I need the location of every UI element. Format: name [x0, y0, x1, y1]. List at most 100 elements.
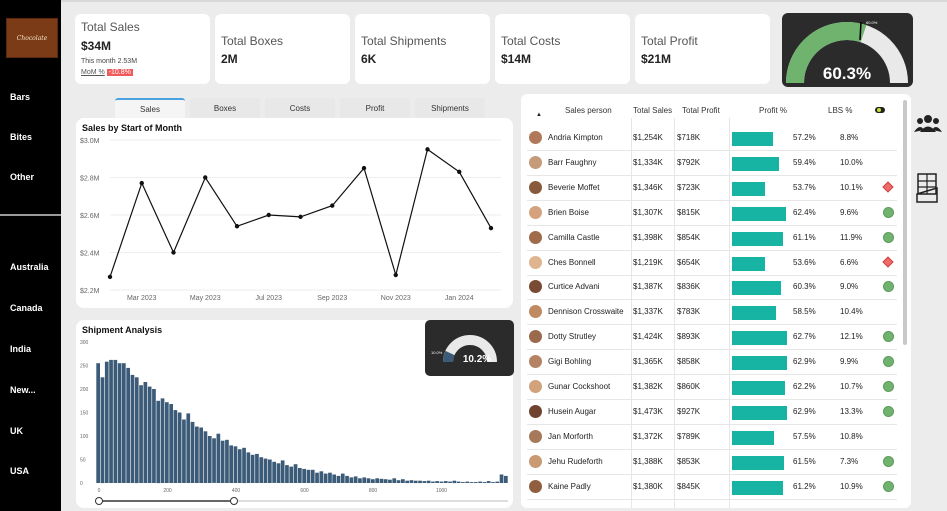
profit-pct-bar — [732, 405, 787, 420]
histogram-bar — [375, 478, 379, 483]
y-tick-label: 150 — [80, 411, 89, 417]
y-tick-label: $2.4M — [80, 251, 100, 258]
cell-total-profit: $854K — [677, 232, 701, 242]
histogram-bar — [319, 471, 324, 484]
status-bad-icon — [882, 181, 894, 193]
cell-total-sales: $1,219K — [633, 257, 663, 267]
tab-costs[interactable]: Costs — [265, 98, 335, 118]
y-tick-label: $2.6M — [80, 213, 100, 220]
cell-lbs-pct: 7.3% — [840, 456, 859, 466]
histogram-bar — [504, 475, 508, 483]
table-row[interactable]: Dennison Crosswaite $1,337K $783K 58.5% 10.4… — [527, 300, 897, 326]
status-good-icon — [883, 455, 894, 467]
histogram-bar — [177, 412, 182, 483]
table-row[interactable]: Curtice Advani $1,387K $836K 60.3% 9.0% — [527, 275, 897, 301]
cell-total-profit: $792K — [677, 157, 701, 167]
chocolate-bar-icon[interactable] — [915, 172, 939, 204]
filter-category-bites[interactable]: Bites — [10, 132, 32, 142]
mom-badge: -10.8% — [106, 69, 133, 76]
histogram-bar — [422, 481, 427, 483]
cell-total-sales: $1,346K — [633, 182, 663, 192]
col-header-total-profit[interactable]: Total Profit — [682, 106, 720, 115]
col-header-sales-person[interactable]: Sales person — [565, 106, 612, 115]
cell-profit-pct: 61.1% — [793, 232, 816, 242]
cell-lbs-pct: 13.3% — [840, 406, 863, 416]
filter-country-australia[interactable]: Australia — [10, 262, 49, 272]
filter-country-usa[interactable]: USA — [10, 466, 29, 476]
histogram-bar — [195, 426, 199, 483]
filter-category-other[interactable]: Other — [10, 172, 34, 182]
data-point — [298, 214, 303, 220]
table-row[interactable]: Dotty Strutley $1,424K $893K 62.7% 12.1% — [527, 325, 897, 351]
x-tick-label: Nov 2023 — [381, 295, 411, 302]
histogram-bar — [491, 482, 495, 483]
sort-arrow-icon[interactable]: ▲ — [536, 112, 542, 118]
tab-sales[interactable]: Sales — [115, 98, 185, 118]
col-header-profit-pct[interactable]: Profit % — [759, 106, 787, 115]
filter-country-india[interactable]: India — [10, 344, 31, 354]
table-row[interactable]: Jan Morforth $1,372K $789K 57.5% 10.8% — [527, 425, 897, 450]
cell-sales-person: Gigi Bohling — [548, 357, 592, 367]
table-row[interactable]: Husein Augar $1,473K $927K 62.9% 13.3% — [527, 400, 897, 425]
table-row[interactable]: Camilla Castle $1,398K $854K 61.1% 11.9% — [527, 226, 897, 251]
histogram-bar — [160, 398, 165, 483]
x-tick-label: Mar 2023 — [127, 295, 157, 302]
y-tick-label: 250 — [80, 364, 89, 370]
cell-total-sales: $1,388K — [633, 456, 663, 466]
range-slider-handle-max[interactable] — [230, 497, 238, 505]
cell-profit-pct: 61.2% — [793, 481, 816, 491]
avatar — [529, 305, 542, 319]
avatar — [529, 230, 542, 244]
col-header-lbs-pct[interactable]: LBS % — [828, 106, 852, 115]
table-row[interactable]: Gunar Cockshoot $1,382K $860K 62.2% 10.7% — [527, 375, 897, 400]
histogram-bar — [229, 445, 233, 483]
data-point — [266, 212, 271, 218]
salesperson-table: ▲ Sales person Total Sales Total Profit … — [521, 94, 911, 508]
kpi-mom: MoM % -10.8% — [81, 69, 133, 76]
filter-country-new-zealand[interactable]: New... — [10, 385, 36, 395]
data-point — [171, 250, 176, 255]
cell-profit-pct: 59.4% — [793, 157, 816, 167]
cell-profit-pct: 53.7% — [793, 182, 816, 192]
histogram-bar — [418, 480, 422, 484]
cell-total-sales: $1,398K — [633, 232, 663, 242]
cell-sales-person: Brien Boise — [548, 207, 589, 217]
tab-boxes[interactable]: Boxes — [190, 98, 260, 118]
avatar — [529, 404, 542, 418]
y-tick-label: $2.2M — [80, 288, 100, 295]
histogram-bar — [126, 367, 130, 483]
data-point — [203, 175, 208, 180]
table-row[interactable]: Ches Bonnell $1,219K $654K 53.6% 6.6% — [527, 251, 897, 276]
table-row[interactable]: Andria Kimpton $1,254K $718K 57.2% 8.8% — [527, 126, 897, 151]
avatar — [529, 355, 542, 369]
histogram-bar — [134, 377, 139, 484]
table-row[interactable]: Brien Boise $1,307K $815K 62.4% 9.6% — [527, 201, 897, 226]
table-row[interactable]: Beverie Moffet $1,346K $723K 53.7% 10.1% — [527, 176, 897, 201]
table-row[interactable]: Gigi Bohling $1,365K $858K 62.9% 9.9% — [527, 350, 897, 376]
status-legend-icon — [875, 107, 885, 113]
table-row[interactable]: Jehu Rudeforth $1,388K $853K 61.5% 7.3% — [527, 450, 897, 475]
table-scrollbar[interactable] — [903, 100, 907, 345]
cell-total-profit: $927K — [677, 406, 701, 416]
data-point — [330, 203, 335, 208]
range-slider-handle-min[interactable] — [95, 497, 103, 505]
filter-country-uk[interactable]: UK — [10, 426, 23, 436]
tab-shipments[interactable]: Shipments — [415, 98, 485, 118]
filter-category-bars[interactable]: Bars — [10, 92, 30, 102]
table-row[interactable]: Barr Faughny $1,334K $792K 59.4% 10.0% — [527, 151, 897, 176]
cell-total-sales: $1,473K — [633, 406, 663, 416]
table-row[interactable]: Kaine Padly $1,380K $845K 61.2% 10.9% — [527, 475, 897, 500]
histogram-bar — [328, 472, 332, 483]
tab-profit[interactable]: Profit — [340, 98, 410, 118]
histogram-bar — [255, 453, 259, 483]
histogram-bar — [147, 386, 152, 483]
sales-line-chart[interactable]: $3.0M $2.8M $2.6M $2.4M $2.2M Mar 2023 May 202… — [76, 118, 513, 308]
cell-sales-person: Jan Morforth — [548, 431, 593, 441]
filter-country-canada[interactable]: Canada — [10, 303, 43, 313]
cell-total-profit: $654K — [677, 257, 701, 267]
cell-sales-person: Barr Faughny — [548, 157, 597, 167]
people-icon[interactable] — [914, 112, 942, 136]
col-header-total-sales[interactable]: Total Sales — [633, 106, 672, 115]
kpi-label: Total Costs — [501, 34, 561, 48]
gauge-fill — [443, 350, 455, 363]
